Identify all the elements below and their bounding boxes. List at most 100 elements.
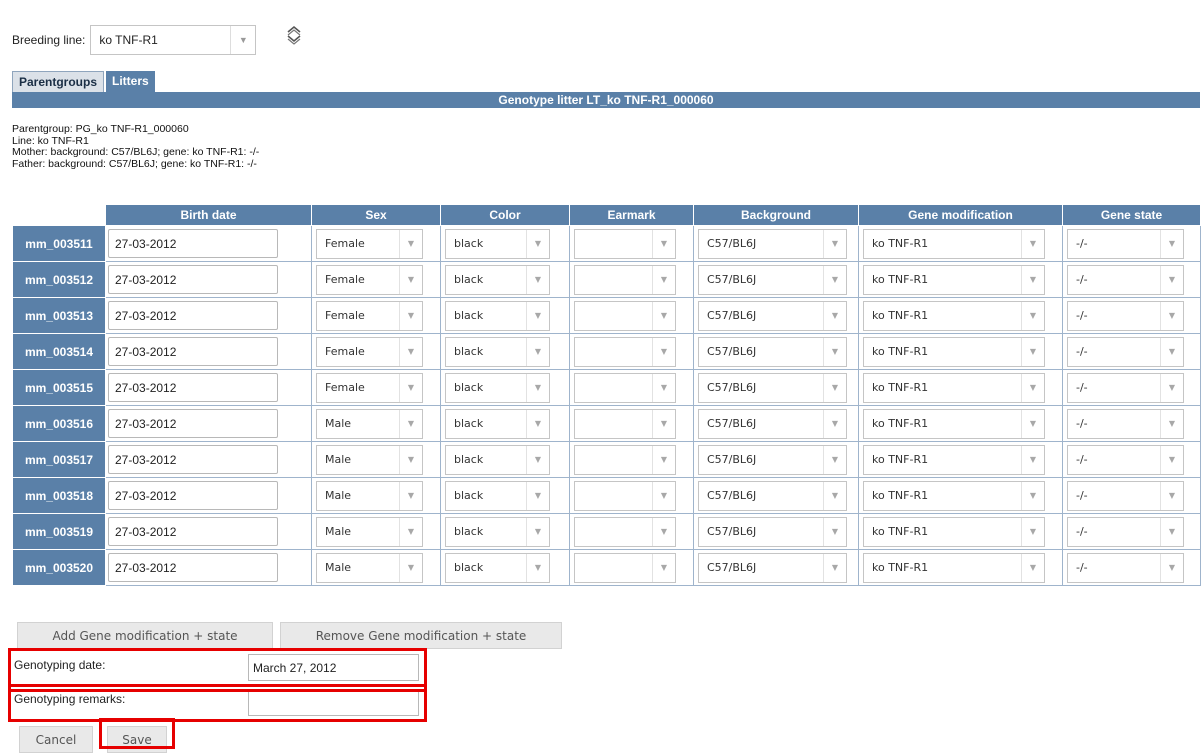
chevron-down-icon[interactable]: ▼: [1021, 553, 1044, 582]
sex-select[interactable]: Female ▼: [316, 228, 423, 259]
chevron-down-icon[interactable]: ▼: [1021, 445, 1044, 474]
birth-date-input[interactable]: 27-03-2012: [108, 481, 278, 510]
color-select[interactable]: black ▼: [445, 408, 550, 439]
chevron-down-icon[interactable]: ▼: [1160, 337, 1183, 366]
chevron-down-icon[interactable]: ▼: [1160, 301, 1183, 330]
gene-mod-select[interactable]: ko TNF-R1 ▼: [863, 552, 1045, 583]
birth-date-input[interactable]: 27-03-2012: [108, 517, 278, 546]
gene-state-select[interactable]: -/- ▼: [1067, 444, 1184, 475]
background-select[interactable]: C57/BL6J ▼: [698, 336, 847, 367]
chevron-down-icon[interactable]: ▼: [1160, 229, 1183, 258]
background-select[interactable]: C57/BL6J ▼: [698, 228, 847, 259]
gene-state-select[interactable]: -/- ▼: [1067, 516, 1184, 547]
remove-gene-modification-button[interactable]: Remove Gene modification + state: [280, 622, 562, 649]
chevron-down-icon[interactable]: ▼: [823, 481, 846, 510]
earmark-select[interactable]: ▼: [574, 444, 676, 475]
chevron-down-icon[interactable]: ▼: [526, 337, 549, 366]
chevron-down-icon[interactable]: ▼: [526, 445, 549, 474]
chevron-down-icon[interactable]: ▼: [1160, 409, 1183, 438]
tab-parentgroups[interactable]: Parentgroups: [12, 71, 105, 92]
chevron-down-icon[interactable]: ▼: [399, 553, 422, 582]
chevron-down-icon[interactable]: ▼: [399, 373, 422, 402]
birth-date-input[interactable]: 27-03-2012: [108, 409, 278, 438]
chevron-down-icon[interactable]: ▼: [652, 517, 675, 546]
color-select[interactable]: black ▼: [445, 516, 550, 547]
color-select[interactable]: black ▼: [445, 336, 550, 367]
gene-mod-select[interactable]: ko TNF-R1 ▼: [863, 336, 1045, 367]
birth-date-input[interactable]: 27-03-2012: [108, 553, 278, 582]
chevron-down-icon[interactable]: ▼: [1021, 265, 1044, 294]
earmark-select[interactable]: ▼: [574, 372, 676, 403]
chevron-down-icon[interactable]: ▼: [399, 409, 422, 438]
chevron-down-icon[interactable]: ▼: [823, 445, 846, 474]
birth-date-input[interactable]: 27-03-2012: [108, 445, 278, 474]
add-gene-modification-button[interactable]: Add Gene modification + state: [17, 622, 273, 649]
chevron-down-icon[interactable]: ▼: [1160, 265, 1183, 294]
tab-litters[interactable]: Litters: [106, 71, 155, 92]
birth-date-input[interactable]: 27-03-2012: [108, 301, 278, 330]
chevron-down-icon[interactable]: ▼: [652, 445, 675, 474]
earmark-select[interactable]: ▼: [574, 480, 676, 511]
chevron-down-icon[interactable]: ▼: [652, 553, 675, 582]
chevron-down-icon[interactable]: ▼: [823, 337, 846, 366]
gene-mod-select[interactable]: ko TNF-R1 ▼: [863, 300, 1045, 331]
chevron-down-icon[interactable]: ▼: [399, 265, 422, 294]
birth-date-input[interactable]: 27-03-2012: [108, 373, 278, 402]
sex-select[interactable]: Male ▼: [316, 552, 423, 583]
background-select[interactable]: C57/BL6J ▼: [698, 372, 847, 403]
gene-state-select[interactable]: -/- ▼: [1067, 372, 1184, 403]
gene-state-select[interactable]: -/- ▼: [1067, 480, 1184, 511]
gene-mod-select[interactable]: ko TNF-R1 ▼: [863, 444, 1045, 475]
chevron-down-icon[interactable]: ▼: [526, 481, 549, 510]
background-select[interactable]: C57/BL6J ▼: [698, 264, 847, 295]
birth-date-input[interactable]: 27-03-2012: [108, 229, 278, 258]
chevron-down-icon[interactable]: ▼: [1160, 373, 1183, 402]
chevron-down-icon[interactable]: ▼: [399, 517, 422, 546]
chevron-down-icon[interactable]: ▼: [1021, 301, 1044, 330]
chevron-down-icon[interactable]: ▼: [652, 265, 675, 294]
sex-select[interactable]: Female ▼: [316, 336, 423, 367]
sex-select[interactable]: Male ▼: [316, 480, 423, 511]
chevron-down-icon[interactable]: ▼: [1021, 481, 1044, 510]
earmark-select[interactable]: ▼: [574, 408, 676, 439]
chevron-down-icon[interactable]: ▼: [1160, 553, 1183, 582]
sex-select[interactable]: Female ▼: [316, 300, 423, 331]
chevron-down-icon[interactable]: ▼: [1021, 409, 1044, 438]
chevron-down-icon[interactable]: ▼: [399, 337, 422, 366]
chevron-down-icon[interactable]: ▼: [399, 481, 422, 510]
gene-state-select[interactable]: -/- ▼: [1067, 552, 1184, 583]
chevron-down-icon[interactable]: ▼: [823, 301, 846, 330]
color-select[interactable]: black ▼: [445, 300, 550, 331]
chevron-down-icon[interactable]: ▼: [1021, 517, 1044, 546]
color-select[interactable]: black ▼: [445, 480, 550, 511]
chevron-down-icon[interactable]: ▼: [652, 373, 675, 402]
chevron-down-icon[interactable]: ▼: [652, 301, 675, 330]
chevron-down-icon[interactable]: ▼: [526, 373, 549, 402]
background-select[interactable]: C57/BL6J ▼: [698, 300, 847, 331]
background-select[interactable]: C57/BL6J ▼: [698, 408, 847, 439]
gene-mod-select[interactable]: ko TNF-R1 ▼: [863, 480, 1045, 511]
earmark-select[interactable]: ▼: [574, 336, 676, 367]
chevron-down-icon[interactable]: ▼: [526, 301, 549, 330]
chevron-down-icon[interactable]: ▼: [230, 26, 255, 54]
gene-state-select[interactable]: -/- ▼: [1067, 408, 1184, 439]
background-select[interactable]: C57/BL6J ▼: [698, 444, 847, 475]
color-select[interactable]: black ▼: [445, 444, 550, 475]
breeding-line-select[interactable]: ko TNF-R1 ▼: [90, 25, 257, 55]
gene-state-select[interactable]: -/- ▼: [1067, 336, 1184, 367]
chevron-down-icon[interactable]: ▼: [1160, 517, 1183, 546]
background-select[interactable]: C57/BL6J ▼: [698, 480, 847, 511]
color-select[interactable]: black ▼: [445, 228, 550, 259]
earmark-select[interactable]: ▼: [574, 552, 676, 583]
chevron-down-icon[interactable]: ▼: [526, 553, 549, 582]
chevron-down-icon[interactable]: ▼: [1021, 337, 1044, 366]
chevron-down-icon[interactable]: ▼: [652, 229, 675, 258]
chevron-down-icon[interactable]: ▼: [526, 265, 549, 294]
sex-select[interactable]: Female ▼: [316, 372, 423, 403]
earmark-select[interactable]: ▼: [574, 228, 676, 259]
gene-state-select[interactable]: -/- ▼: [1067, 300, 1184, 331]
chevron-down-icon[interactable]: ▼: [526, 229, 549, 258]
chevron-down-icon[interactable]: ▼: [652, 481, 675, 510]
chevron-down-icon[interactable]: ▼: [399, 229, 422, 258]
sex-select[interactable]: Male ▼: [316, 408, 423, 439]
